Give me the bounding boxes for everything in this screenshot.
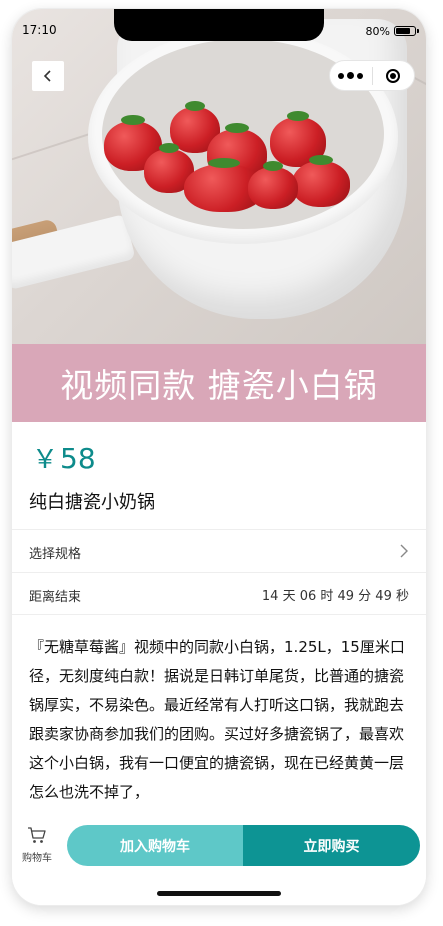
add-to-cart-button[interactable]: 加入购物车	[67, 825, 243, 866]
countdown-value: 14 天 06 时 49 分 49 秒	[261, 589, 409, 604]
home-indicator	[157, 891, 281, 896]
cart-label: 购物车	[22, 853, 52, 864]
countdown-row: 距离结束 14 天 06 时 49 分 49 秒	[12, 572, 426, 615]
hero-banner: 视频同款 搪瓷小白锅	[12, 344, 426, 422]
bottom-action-bar: 购物车 加入购物车 立即购买	[12, 816, 426, 905]
back-button[interactable]	[32, 61, 64, 91]
more-dot-icon	[347, 72, 355, 79]
price: ￥58	[32, 439, 96, 476]
miniprogram-capsule	[329, 60, 415, 91]
battery-percent: 80%	[365, 25, 390, 38]
banner-text: 视频同款 搪瓷小白锅	[60, 366, 378, 405]
close-miniprogram-button[interactable]	[373, 68, 415, 83]
status-time: 17:10	[22, 23, 57, 37]
more-dot-icon	[357, 72, 364, 79]
battery-icon	[394, 26, 416, 36]
notch	[114, 9, 324, 41]
battery-fill	[396, 28, 411, 34]
countdown-label: 距离结束	[29, 590, 82, 605]
cart-button[interactable]: 购物车	[21, 826, 53, 864]
price-value: 58	[60, 442, 96, 475]
target-circle-icon	[386, 68, 401, 83]
status-bar: 17:10 80%	[12, 9, 426, 49]
spec-selector[interactable]: 选择规格	[12, 529, 426, 572]
more-menu-button[interactable]	[330, 72, 372, 79]
chevron-left-icon	[43, 70, 51, 82]
more-dot-icon	[338, 72, 345, 79]
strawberry	[248, 161, 298, 209]
product-title: 纯白搪瓷小奶锅	[29, 492, 155, 513]
spec-label: 选择规格	[29, 547, 82, 562]
phone-screen: 17:10 80% 视频同款 搪瓷小白锅 ￥58 纯白搪瓷小奶锅 选择规格 距离…	[12, 9, 426, 905]
battery-tip	[417, 29, 419, 33]
currency-symbol: ￥	[32, 445, 59, 475]
cart-icon	[28, 827, 46, 843]
buy-now-button[interactable]: 立即购买	[243, 825, 420, 866]
strawberry	[292, 155, 350, 207]
chevron-right-icon	[400, 544, 408, 558]
product-description: 『无糖草莓酱』视频中的同款小白锅，1.25L，15厘米口径，无刻度纯白款！据说是…	[29, 638, 405, 801]
